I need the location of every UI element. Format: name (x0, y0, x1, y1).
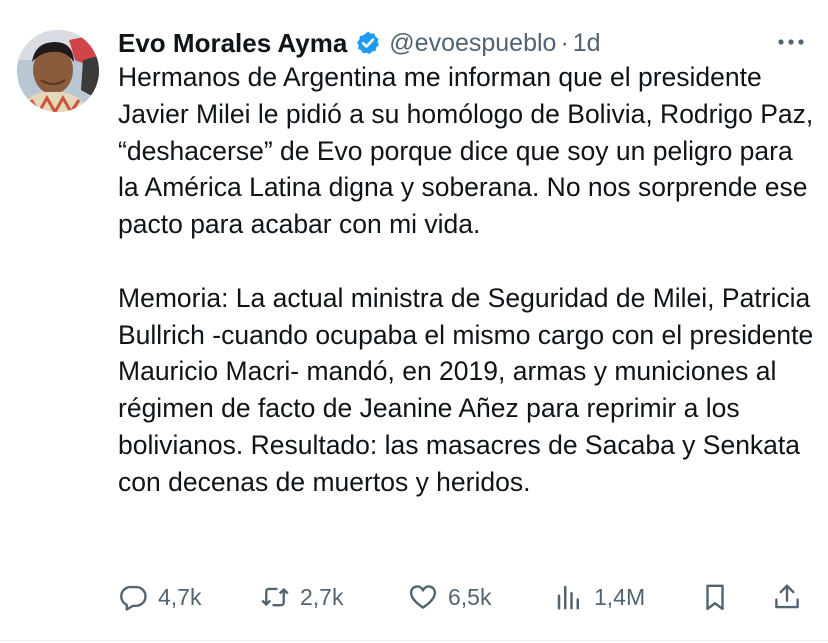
author-handle[interactable]: @evoespueblo (389, 29, 556, 58)
avatar-image (17, 30, 99, 112)
author-name[interactable]: Evo Morales Ayma (118, 28, 347, 59)
like-count: 6,5k (448, 583, 492, 610)
like-button[interactable]: 6,5k (408, 578, 491, 616)
share-upload-icon (775, 584, 799, 609)
tweet-actions: 4,7k 2,7k 6,5k 1,4M (118, 578, 808, 616)
tweet-text: Hermanos de Argentina me informan que el… (118, 59, 818, 501)
bookmark-button[interactable] (700, 578, 730, 616)
views-count: 1,4M (594, 583, 646, 610)
repost-arrows-icon (261, 587, 289, 607)
verified-badge-icon (355, 30, 381, 56)
bookmark-icon (706, 584, 724, 611)
tweet[interactable]: Evo Morales Ayma @evoespueblo · 1d Herma… (0, 0, 828, 643)
divider (0, 640, 828, 641)
share-button[interactable] (772, 578, 802, 616)
tweet-header: Evo Morales Ayma @evoespueblo · 1d (118, 26, 601, 60)
avatar[interactable] (17, 30, 99, 112)
reply-count: 4,7k (158, 583, 202, 610)
views-button[interactable]: 1,4M (554, 578, 645, 616)
heart-icon (409, 585, 437, 609)
reply-bubble-icon (120, 585, 147, 611)
repost-button[interactable]: 2,7k (260, 578, 343, 616)
repost-count: 2,7k (300, 583, 344, 610)
tweet-paragraph: Memoria: La actual ministra de Seguridad… (118, 282, 814, 497)
more-options-icon[interactable] (776, 30, 808, 54)
tweet-paragraph: Hermanos de Argentina me informan que el… (118, 62, 814, 240)
reply-button[interactable]: 4,7k (118, 578, 201, 616)
header-separator: · (560, 28, 569, 57)
tweet-timestamp[interactable]: 1d (573, 29, 601, 58)
bar-chart-icon (557, 585, 579, 610)
